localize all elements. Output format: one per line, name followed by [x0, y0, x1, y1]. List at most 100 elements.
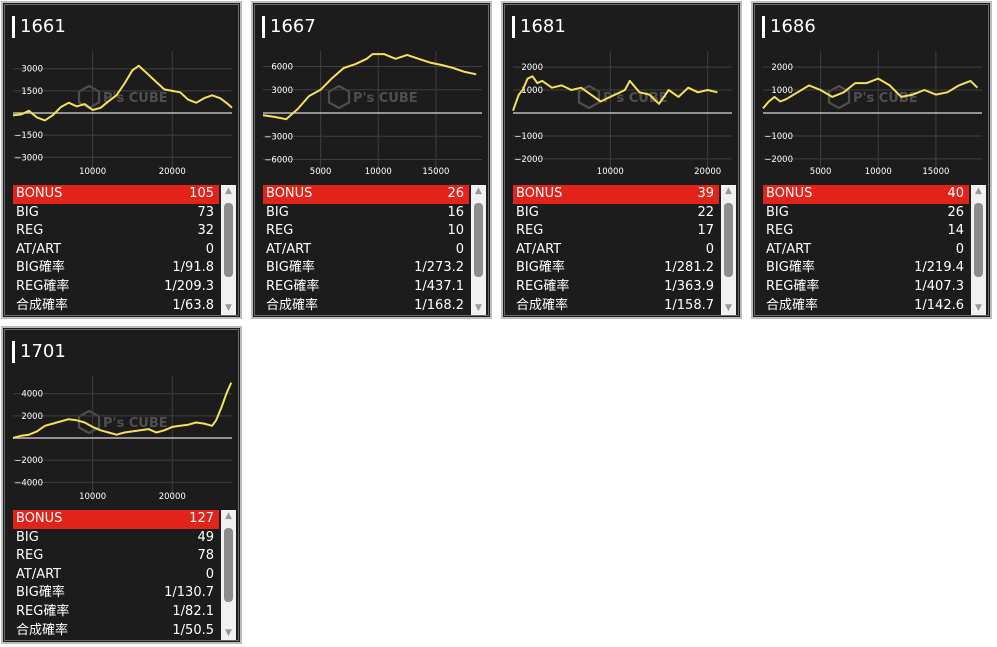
stat-label: BONUS [516, 186, 563, 201]
stat-label: BONUS [766, 186, 813, 201]
stats-panel[interactable]: BONUS 26 BIG 16 REG 10 AT/ART 0 BIG確率 1/273.2 REG確… [263, 185, 486, 315]
stat-row-item: REG 32 [13, 222, 219, 241]
stat-label: REG確率 [16, 279, 70, 294]
stat-row-item: BIG 16 [263, 204, 469, 223]
stat-label: REG [16, 223, 44, 239]
y-tick-label: 1000 [771, 86, 793, 96]
scroll-up-arrow-icon[interactable]: ▲ [223, 511, 234, 522]
stat-value: 78 [197, 548, 214, 564]
machine-card: 1686 P's CUBE −2000 −1000 1000 2000 5000 10000 1… [751, 1, 992, 319]
machine-number: 1667 [262, 15, 316, 39]
machine-number: 1686 [762, 15, 816, 39]
scroll-down-arrow-icon[interactable]: ▼ [973, 303, 984, 314]
stat-value: 73 [197, 204, 214, 220]
scroll-thumb[interactable] [974, 203, 983, 277]
stat-label: BIG確率 [266, 260, 315, 276]
stats-panel[interactable]: BONUS 40 BIG 26 REG 14 AT/ART 0 BIG確率 1/219.4 REG確… [763, 185, 986, 315]
stat-value: 17 [697, 223, 714, 239]
stat-row-item: AT/ART 0 [513, 241, 719, 260]
scrollbar[interactable]: ▲ ▼ [471, 185, 486, 315]
stat-value: 0 [205, 566, 214, 582]
machine-card: 1667 P's CUBE −6000 −3000 3000 6000 5000 10000 1… [251, 1, 492, 319]
stat-value: 127 [189, 511, 214, 526]
scroll-thumb[interactable] [224, 203, 233, 277]
watermark-logo: P's CUBE [577, 84, 668, 110]
stat-row-bonus: BONUS 127 [13, 510, 219, 529]
y-tick-label: −2000 [14, 456, 43, 466]
stat-row-item: REG確率 1/209.3 [13, 278, 219, 297]
stat-value: 1/437.1 [414, 279, 464, 294]
y-tick-label: −1500 [14, 131, 43, 141]
stats-panel[interactable]: BONUS 127 BIG 49 REG 78 AT/ART 0 BIG確率 1/130.7 REG… [13, 510, 236, 640]
stat-label: BONUS [16, 511, 63, 526]
stat-value: 39 [697, 186, 714, 201]
stat-label: BIG [766, 204, 789, 220]
stat-row-item: REG 78 [13, 547, 219, 566]
machine-number: 1701 [12, 340, 66, 364]
scroll-down-arrow-icon[interactable]: ▼ [223, 628, 234, 639]
y-tick-label: −3000 [14, 153, 43, 163]
stat-label: AT/ART [16, 566, 62, 582]
stat-row-item: 合成確率 1/158.7 [513, 297, 719, 316]
stat-value: 1/50.5 [172, 622, 214, 638]
stat-label: REG確率 [516, 279, 570, 294]
scroll-thumb[interactable] [474, 203, 483, 277]
stat-row-bonus: BONUS 39 [513, 185, 719, 204]
watermark-text: P's CUBE [103, 416, 168, 431]
stat-value: 1/91.8 [172, 260, 214, 276]
stat-row-item: REG確率 1/407.3 [763, 278, 969, 297]
stats-panel[interactable]: BONUS 39 BIG 22 REG 17 AT/ART 0 BIG確率 1/281.2 REG確… [513, 185, 736, 315]
scroll-down-arrow-icon[interactable]: ▼ [223, 303, 234, 314]
scroll-down-arrow-icon[interactable]: ▼ [723, 303, 734, 314]
stat-label: BIG [16, 204, 39, 220]
stat-row-item: BIG確率 1/281.2 [513, 259, 719, 278]
stat-row-item: BIG確率 1/219.4 [763, 259, 969, 278]
slump-graph: P's CUBE −6000 −3000 3000 6000 5000 10000 15000 [262, 51, 482, 177]
stat-value: 1/158.7 [664, 297, 714, 313]
stat-row-item: BIG 26 [763, 204, 969, 223]
scroll-up-arrow-icon[interactable]: ▲ [473, 186, 484, 197]
y-tick-label: 2000 [521, 63, 543, 73]
scroll-up-arrow-icon[interactable]: ▲ [723, 186, 734, 197]
machine-card: 1661 P's CUBE −3000 −1500 1500 3000 10000 20000… [1, 1, 242, 319]
x-tick-label: 10000 [365, 167, 392, 177]
y-tick-label: −1000 [764, 132, 793, 142]
x-tick-label: 10000 [79, 167, 106, 177]
stat-row-item: REG確率 1/363.9 [513, 278, 719, 297]
stat-value: 49 [197, 529, 214, 545]
scroll-up-arrow-icon[interactable]: ▲ [973, 186, 984, 197]
scroll-up-arrow-icon[interactable]: ▲ [223, 186, 234, 197]
stat-value: 1/363.9 [664, 279, 714, 294]
stat-label: 合成確率 [766, 297, 819, 313]
stat-row-item: REG 10 [263, 222, 469, 241]
machine-card: 1701 P's CUBE −4000 −2000 2000 4000 10000 20000… [1, 326, 242, 644]
scroll-down-arrow-icon[interactable]: ▼ [473, 303, 484, 314]
y-tick-label: 4000 [21, 390, 43, 400]
scrollbar[interactable]: ▲ ▼ [221, 510, 236, 640]
scroll-thumb[interactable] [224, 528, 233, 602]
stat-value: 26 [447, 186, 464, 201]
scrollbar[interactable]: ▲ ▼ [721, 185, 736, 315]
stat-label: BIG確率 [766, 260, 815, 276]
stat-value: 0 [455, 241, 464, 257]
scrollbar[interactable]: ▲ ▼ [221, 185, 236, 315]
stat-row-bonus: BONUS 105 [13, 185, 219, 204]
stat-value: 32 [197, 223, 214, 239]
stat-row-item: REG確率 1/82.1 [13, 603, 219, 622]
slump-graph: P's CUBE −4000 −2000 2000 4000 10000 20000 [12, 376, 233, 502]
stat-value: 26 [947, 204, 964, 220]
stat-label: BONUS [16, 186, 63, 201]
stats-panel[interactable]: BONUS 105 BIG 73 REG 32 AT/ART 0 BIG確率 1/91.8 REG確… [13, 185, 236, 315]
scroll-thumb[interactable] [724, 203, 733, 277]
card-frame: 1661 P's CUBE −3000 −1500 1500 3000 10000 20000… [4, 4, 239, 316]
stat-row-item: BIG確率 1/91.8 [13, 259, 219, 278]
stat-value: 1/273.2 [414, 260, 464, 276]
stat-value: 0 [205, 241, 214, 257]
y-tick-label: −2000 [764, 155, 793, 165]
stat-label: BIG [16, 529, 39, 545]
stat-row-item: BIG 49 [13, 529, 219, 548]
x-tick-label: 10000 [865, 167, 892, 177]
scrollbar[interactable]: ▲ ▼ [971, 185, 986, 315]
card-frame: 1686 P's CUBE −2000 −1000 1000 2000 5000 10000 1… [754, 4, 989, 316]
watermark-text: P's CUBE [353, 91, 418, 106]
